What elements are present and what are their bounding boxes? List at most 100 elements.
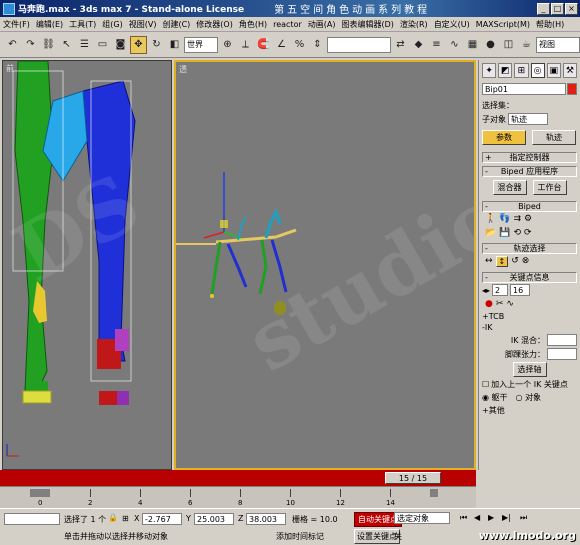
scale-icon[interactable]: ◧ bbox=[166, 36, 183, 54]
object-color-swatch[interactable] bbox=[567, 83, 577, 95]
track-selection-rollout[interactable]: 轨迹选择 bbox=[482, 243, 577, 254]
undo-icon[interactable]: ↶ bbox=[4, 36, 21, 54]
delete-key-icon[interactable]: ✂ bbox=[496, 299, 504, 309]
body-vertical-icon[interactable]: ↕ bbox=[495, 256, 509, 267]
menu-graph-editors[interactable]: 图表编辑器(D) bbox=[338, 19, 396, 30]
next-frame-icon[interactable]: ▶| bbox=[502, 513, 511, 522]
trajectory-icon[interactable]: ∿ bbox=[506, 299, 514, 309]
ik-label[interactable]: -IK bbox=[482, 323, 493, 332]
params-tab-button[interactable]: 参数 bbox=[482, 130, 526, 145]
menu-edit[interactable]: 编辑(E) bbox=[33, 19, 66, 30]
menu-views[interactable]: 视图(V) bbox=[126, 19, 160, 30]
z-coord-field[interactable]: 38.003 bbox=[246, 513, 286, 525]
perspective-viewport[interactable]: 透 studio bbox=[174, 60, 476, 470]
hierarchy-tab-icon[interactable]: ⊞ bbox=[514, 63, 529, 78]
pivot-icon[interactable]: ⊕ bbox=[219, 36, 236, 54]
key-info-rollout[interactable]: 关键点信息 bbox=[482, 272, 577, 283]
window-crossing-icon[interactable]: ◙ bbox=[112, 36, 129, 54]
add-time-tag[interactable]: 添加时间标记 bbox=[276, 531, 324, 542]
quick-render-icon[interactable]: ☕ bbox=[518, 36, 535, 54]
spinner-snap-icon[interactable]: ⇕ bbox=[309, 36, 326, 54]
menu-animation[interactable]: 动画(A) bbox=[305, 19, 339, 30]
link-icon[interactable]: ⛓ bbox=[40, 36, 57, 54]
render-scene-icon[interactable]: ◫ bbox=[500, 36, 517, 54]
open-file-icon[interactable]: 📂 bbox=[485, 228, 496, 238]
maximize-button[interactable]: □ bbox=[551, 2, 564, 15]
mixer-button[interactable]: 混合器 bbox=[492, 180, 527, 195]
menu-character[interactable]: 角色(H) bbox=[236, 19, 270, 30]
curve-editor-icon[interactable]: ∿ bbox=[446, 36, 463, 54]
motion-tab-icon[interactable]: ◎ bbox=[530, 63, 545, 78]
workbench-button[interactable]: 工作台 bbox=[532, 180, 567, 195]
object-radio[interactable]: ○ bbox=[516, 393, 523, 402]
play-icon[interactable]: ▶ bbox=[488, 513, 494, 522]
layer-icon[interactable]: ≡ bbox=[428, 36, 445, 54]
percent-snap-icon[interactable]: % bbox=[291, 36, 308, 54]
menu-help[interactable]: 帮助(H) bbox=[533, 19, 567, 30]
body-horizontal-icon[interactable]: ↔ bbox=[485, 256, 493, 267]
time-slider[interactable]: 15 / 15 bbox=[385, 472, 441, 484]
set-key-icon[interactable]: ● bbox=[485, 299, 493, 309]
body-radio[interactable]: ◉ bbox=[482, 393, 489, 402]
move-icon[interactable]: ✥ bbox=[130, 35, 147, 54]
subobject-select[interactable]: 轨迹 bbox=[508, 113, 548, 125]
footstep-mode-icon[interactable]: 👣 bbox=[499, 214, 510, 224]
schematic-icon[interactable]: ▦ bbox=[464, 36, 481, 54]
modify-tab-icon[interactable]: ◩ bbox=[498, 63, 513, 78]
save-file-icon[interactable]: 💾 bbox=[499, 228, 510, 238]
tcb-label[interactable]: +TCB bbox=[482, 312, 504, 321]
menu-file[interactable]: 文件(F) bbox=[0, 19, 33, 30]
key-filters-button[interactable]: 关 bbox=[394, 531, 402, 542]
lock-cog-icon[interactable]: ⊗ bbox=[522, 256, 530, 267]
motion-flow-icon[interactable]: ⇉ bbox=[513, 214, 521, 224]
coord-system-select[interactable]: 世界 bbox=[184, 36, 218, 53]
object-name-field[interactable]: Bip01 bbox=[482, 83, 577, 95]
rotate-icon[interactable]: ↻ bbox=[148, 36, 165, 54]
axis-constraint-icon[interactable]: ⟂ bbox=[237, 36, 254, 54]
menu-maxscript[interactable]: MAXScript(M) bbox=[473, 20, 533, 29]
tracks-tab-button[interactable]: 轨迹 bbox=[532, 130, 576, 145]
lock-icon[interactable]: 🔒 bbox=[108, 513, 118, 522]
refresh-icon[interactable]: ⟳ bbox=[524, 228, 532, 238]
maxscript-listener[interactable] bbox=[4, 513, 60, 525]
load-icon[interactable]: ⟲ bbox=[513, 228, 521, 238]
body-rotation-icon[interactable]: ↺ bbox=[511, 256, 519, 267]
key-number-field[interactable]: 2 bbox=[492, 284, 509, 296]
snap-icon[interactable]: 🧲 bbox=[255, 36, 272, 54]
join-prev-ik-checkbox[interactable]: ☐ bbox=[482, 380, 489, 389]
key-time-field[interactable]: 16 bbox=[510, 284, 531, 296]
menu-create[interactable]: 创建(C) bbox=[159, 19, 193, 30]
menu-tools[interactable]: 工具(T) bbox=[66, 19, 99, 30]
front-viewport[interactable]: 前 DS bbox=[2, 60, 172, 470]
align-icon[interactable]: ◆ bbox=[410, 36, 427, 54]
display-tab-icon[interactable]: ▣ bbox=[546, 63, 561, 78]
ik-blend-field[interactable] bbox=[547, 334, 577, 346]
minimize-button[interactable]: _ bbox=[537, 2, 550, 15]
figure-mode-icon[interactable]: 🚶 bbox=[485, 214, 496, 224]
mixer-mode-icon[interactable]: ⚙ bbox=[524, 214, 532, 224]
timeline[interactable]: 0 2 4 6 8 10 12 14 bbox=[0, 486, 476, 508]
prev-key-icon[interactable]: ◂▸ bbox=[482, 286, 490, 295]
key-marker[interactable] bbox=[430, 489, 438, 497]
view-select[interactable]: 视图 bbox=[536, 36, 580, 53]
angle-snap-icon[interactable]: ∠ bbox=[273, 36, 290, 54]
goto-end-icon[interactable]: ⏭ bbox=[520, 513, 527, 523]
key-filter-select[interactable]: 选定对象 bbox=[394, 512, 450, 524]
menu-customize[interactable]: 自定义(U) bbox=[431, 19, 473, 30]
redo-icon[interactable]: ↷ bbox=[22, 36, 39, 54]
menu-group[interactable]: 组(G) bbox=[99, 19, 125, 30]
region-select-icon[interactable]: ▭ bbox=[94, 36, 111, 54]
select-pivot-button[interactable]: 选择轴 bbox=[512, 362, 547, 377]
y-coord-field[interactable]: 25.003 bbox=[194, 513, 234, 525]
named-selection-select[interactable] bbox=[327, 36, 391, 53]
utilities-tab-icon[interactable]: ⚒ bbox=[562, 63, 578, 78]
absolute-mode-icon[interactable]: ⊞ bbox=[122, 514, 129, 523]
biped-rollout[interactable]: Biped bbox=[482, 201, 577, 212]
menu-modifiers[interactable]: 修改器(O) bbox=[193, 19, 236, 30]
menu-reactor[interactable]: reactor bbox=[270, 20, 305, 29]
menu-rendering[interactable]: 渲染(R) bbox=[397, 19, 431, 30]
prev-frame-icon[interactable]: ◀ bbox=[474, 513, 480, 522]
time-slider-bar[interactable]: 15 / 15 bbox=[0, 470, 476, 486]
key-marker[interactable] bbox=[30, 489, 50, 497]
assign-controller-rollout[interactable]: 指定控制器 bbox=[482, 152, 577, 163]
